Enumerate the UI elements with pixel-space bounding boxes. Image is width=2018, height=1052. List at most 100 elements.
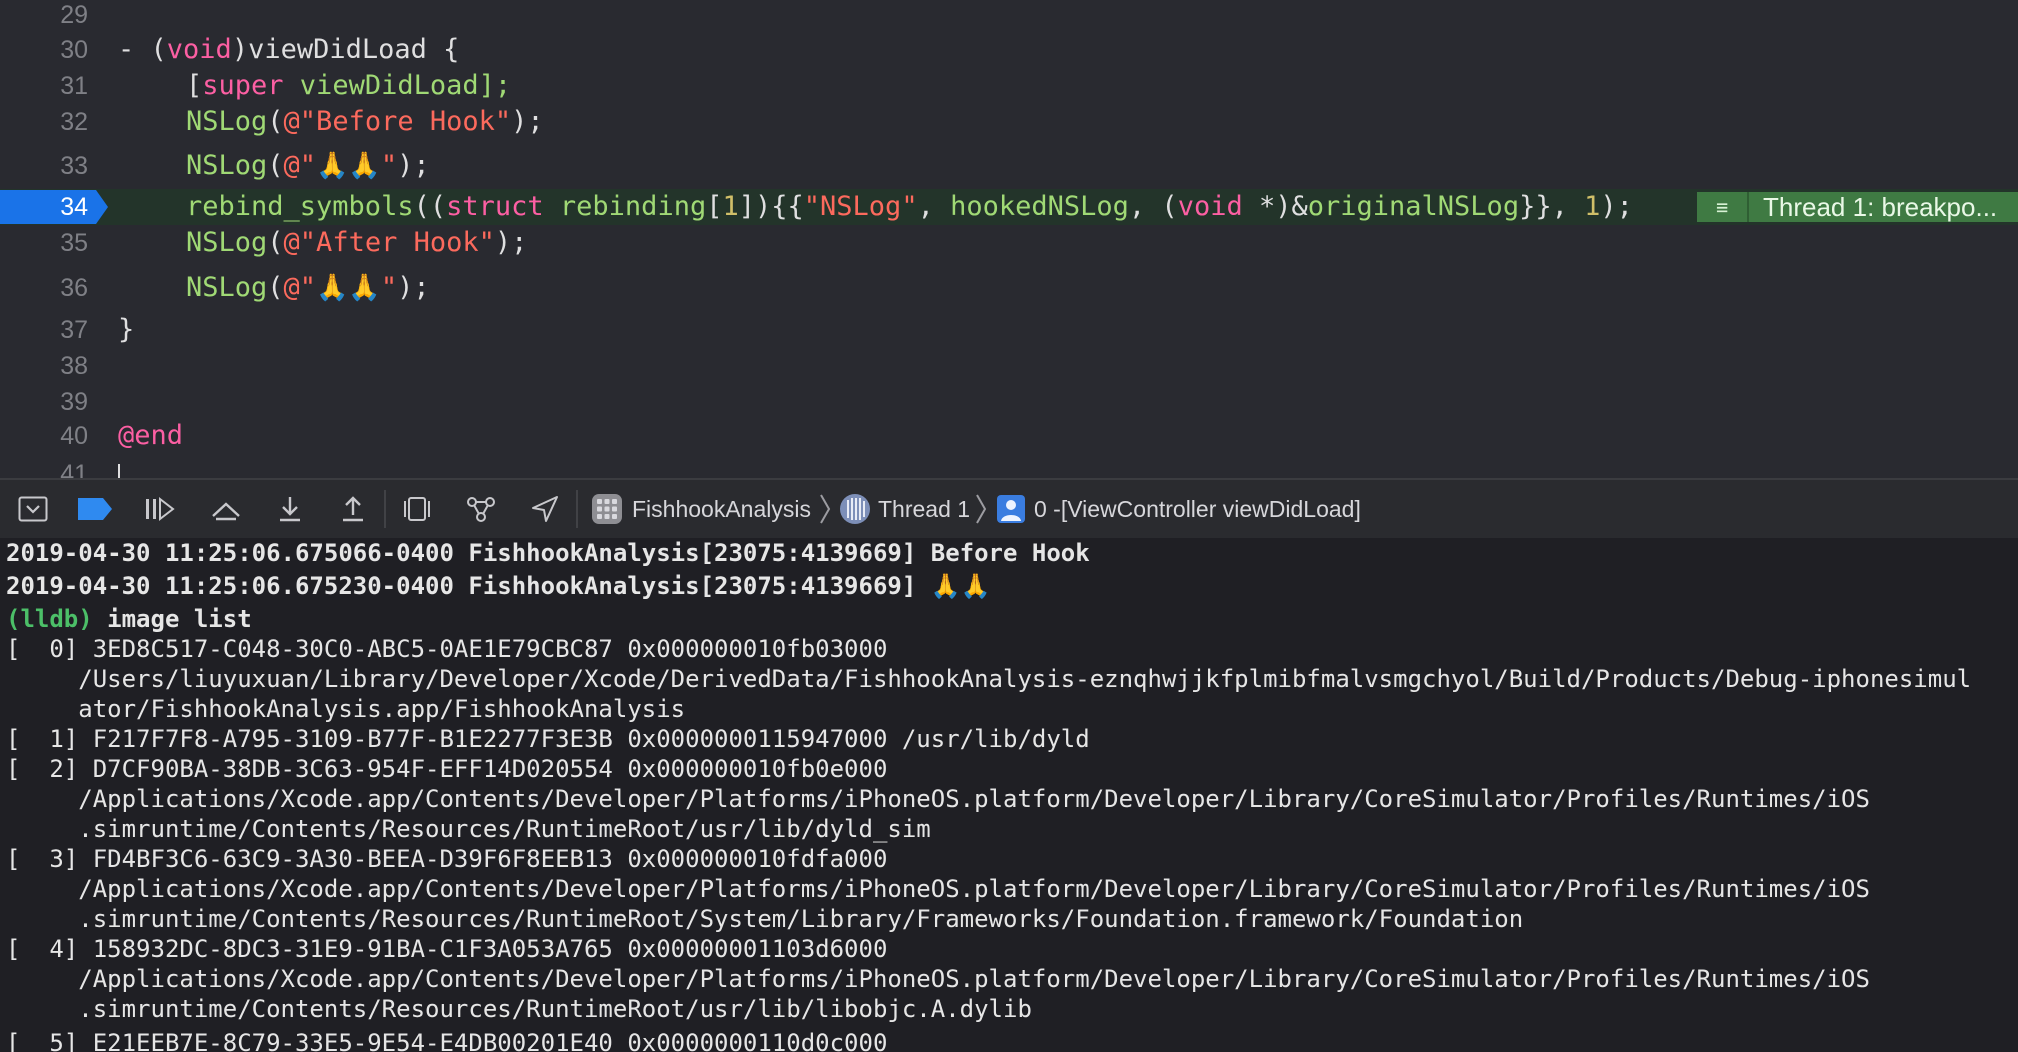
code-token: }}, — [1519, 191, 1585, 222]
image-list-line: [ 4] 158932DC-8DC3-31E9-91BA-C1F3A053A76… — [6, 935, 888, 963]
line-number[interactable]: 30 — [8, 32, 88, 68]
number-token: 1 — [1584, 191, 1601, 222]
image-list-line: [ 1] F217F7F8-A795-3109-B77F-B1E2277F3E3… — [6, 725, 1090, 753]
line-number[interactable]: 29 — [8, 0, 88, 33]
code-text: NSLog(@"🙏🙏"); — [186, 148, 430, 184]
code-token: ( — [267, 150, 284, 181]
string-token: "NSLog" — [803, 191, 918, 222]
line-number[interactable]: 32 — [8, 104, 88, 140]
code-line-35[interactable]: 35 NSLog(@"After Hook"); — [0, 225, 2018, 261]
line-number[interactable]: 36 — [8, 270, 88, 306]
debug-console[interactable]: 2019-04-30 11:25:06.675066-0400 Fishhook… — [0, 538, 2018, 1052]
code-line-31[interactable]: 31 [super viewDidLoad]; — [0, 68, 2018, 104]
keyword-token: void — [1177, 191, 1243, 222]
step-out-icon[interactable] — [336, 492, 370, 526]
thread-breakpoint-annotation[interactable]: ≡ Thread 1: breakpo... — [1697, 192, 2018, 222]
number-token: 1 — [722, 191, 739, 222]
code-token: ); — [1600, 191, 1633, 222]
console-command-line: (lldb) image list — [6, 604, 252, 634]
type-token: rebinding — [559, 191, 707, 222]
breadcrumb-thread[interactable]: Thread 1 — [878, 480, 970, 538]
function-token: NSLog — [186, 150, 268, 181]
debug-view-hierarchy-icon[interactable] — [400, 492, 434, 526]
app-icon — [590, 492, 624, 526]
image-list-line: /Applications/Xcode.app/Contents/Develop… — [6, 965, 1870, 993]
code-line-39[interactable]: 39 — [0, 384, 2018, 420]
code-token: (( — [413, 191, 447, 222]
code-token: , ( — [1128, 191, 1178, 222]
code-token: {{ — [771, 191, 804, 222]
code-text: @end — [118, 420, 184, 451]
image-list-line: [ 5] E21EEB7E-8C79-33E5-9E54-E4DB00201E4… — [6, 1029, 888, 1052]
code-token: ); — [397, 150, 430, 181]
code-text: [super viewDidLoad]; — [186, 68, 511, 104]
function-token: NSLog — [186, 227, 268, 258]
line-number[interactable]: 37 — [8, 312, 88, 348]
code-token: ); — [511, 106, 544, 137]
code-token: *)& — [1242, 191, 1308, 222]
method-token: viewDidLoad]; — [283, 70, 512, 101]
breakpoints-toggle-icon[interactable] — [78, 492, 112, 526]
identifier-token: originalNSLog — [1307, 191, 1520, 222]
code-text: } — [118, 314, 135, 345]
continue-icon[interactable] — [143, 492, 177, 526]
image-list-line: .simruntime/Contents/Resources/RuntimeRo… — [6, 815, 931, 843]
code-token: )viewDidLoad { — [231, 34, 460, 65]
breadcrumb-frame[interactable]: 0 -[ViewController viewDidLoad] — [1034, 480, 1361, 538]
toolbar-divider — [576, 490, 578, 528]
code-line-29[interactable]: 29 — [0, 0, 2018, 33]
line-number[interactable]: 31 — [8, 68, 88, 104]
toolbar-divider — [384, 490, 386, 528]
memory-graph-icon[interactable] — [464, 492, 498, 526]
chevron-right-icon — [976, 494, 987, 524]
code-line-33[interactable]: 33 NSLog(@"🙏🙏"); — [0, 148, 2018, 184]
text-caret — [118, 464, 120, 478]
stack-frame-icon — [994, 492, 1028, 526]
code-text: NSLog(@"After Hook"); — [186, 225, 527, 261]
code-text: NSLog(@"Before Hook"); — [186, 104, 544, 140]
code-line-37[interactable]: 37 } — [0, 312, 2018, 348]
code-token: ); — [494, 227, 528, 258]
line-number[interactable]: 33 — [8, 148, 88, 184]
hide-debug-area-icon[interactable] — [16, 492, 50, 526]
line-number[interactable]: 35 — [8, 225, 88, 261]
keyword-token: super — [202, 70, 284, 101]
debug-toolbar: FishhookAnalysis Thread 1 0 -[ViewContro… — [0, 478, 2018, 540]
image-list-line: [ 2] D7CF90BA-38DB-3C63-954F-EFF14D02055… — [6, 755, 888, 783]
code-line-30[interactable]: 30 - (void)viewDidLoad { — [0, 32, 2018, 68]
image-list-line: .simruntime/Contents/Resources/RuntimeRo… — [6, 905, 1524, 933]
code-line-40[interactable]: 40 @end — [0, 418, 2018, 454]
step-over-icon[interactable] — [209, 492, 243, 526]
folded-hands-emoji: 🙏🙏 — [930, 572, 991, 600]
function-token: NSLog — [186, 106, 268, 137]
string-token: " — [380, 272, 398, 303]
folded-hands-emoji: 🙏🙏 — [316, 151, 381, 181]
line-number[interactable]: 34 — [8, 189, 88, 225]
simulate-location-icon[interactable] — [528, 492, 562, 526]
image-list-line: /Applications/Xcode.app/Contents/Develop… — [6, 785, 1870, 813]
code-token: ( — [267, 106, 284, 137]
code-line-34-current[interactable]: 34 rebind_symbols((struct rebinding[1]){… — [0, 189, 2018, 225]
breadcrumb-target[interactable]: FishhookAnalysis — [632, 480, 811, 538]
line-number[interactable]: 41 — [8, 456, 88, 478]
string-token: @"After Hook" — [283, 227, 495, 258]
line-number[interactable]: 40 — [8, 418, 88, 454]
code-line-38[interactable]: 38 — [0, 348, 2018, 384]
code-token: ]) — [738, 191, 772, 222]
code-line-32[interactable]: 32 NSLog(@"Before Hook"); — [0, 104, 2018, 140]
step-into-icon[interactable] — [273, 492, 307, 526]
code-line-36[interactable]: 36 NSLog(@"🙏🙏"); — [0, 270, 2018, 306]
code-line-41[interactable]: 41 — [0, 456, 2018, 478]
image-list-line: /Applications/Xcode.app/Contents/Develop… — [6, 875, 1870, 903]
image-list-line: .simruntime/Contents/Resources/RuntimeRo… — [6, 995, 1032, 1023]
log-text: 2019-04-30 11:25:06.675230-0400 Fishhook… — [6, 572, 931, 600]
line-number[interactable]: 38 — [8, 348, 88, 384]
hamburger-icon[interactable]: ≡ — [1697, 192, 1749, 222]
string-token: @"Before Hook" — [283, 106, 512, 137]
image-list-line: [ 3] FD4BF3C6-63C9-3A30-BEEA-D39F6F8EEB1… — [6, 845, 888, 873]
console-log-line: 2019-04-30 11:25:06.675066-0400 Fishhook… — [6, 539, 1090, 567]
line-number[interactable]: 39 — [8, 384, 88, 420]
chevron-right-icon — [820, 494, 831, 524]
identifier-token: hookedNSLog — [950, 191, 1129, 222]
source-editor[interactable]: 29 30 - (void)viewDidLoad { 31 [super vi… — [0, 0, 2018, 478]
